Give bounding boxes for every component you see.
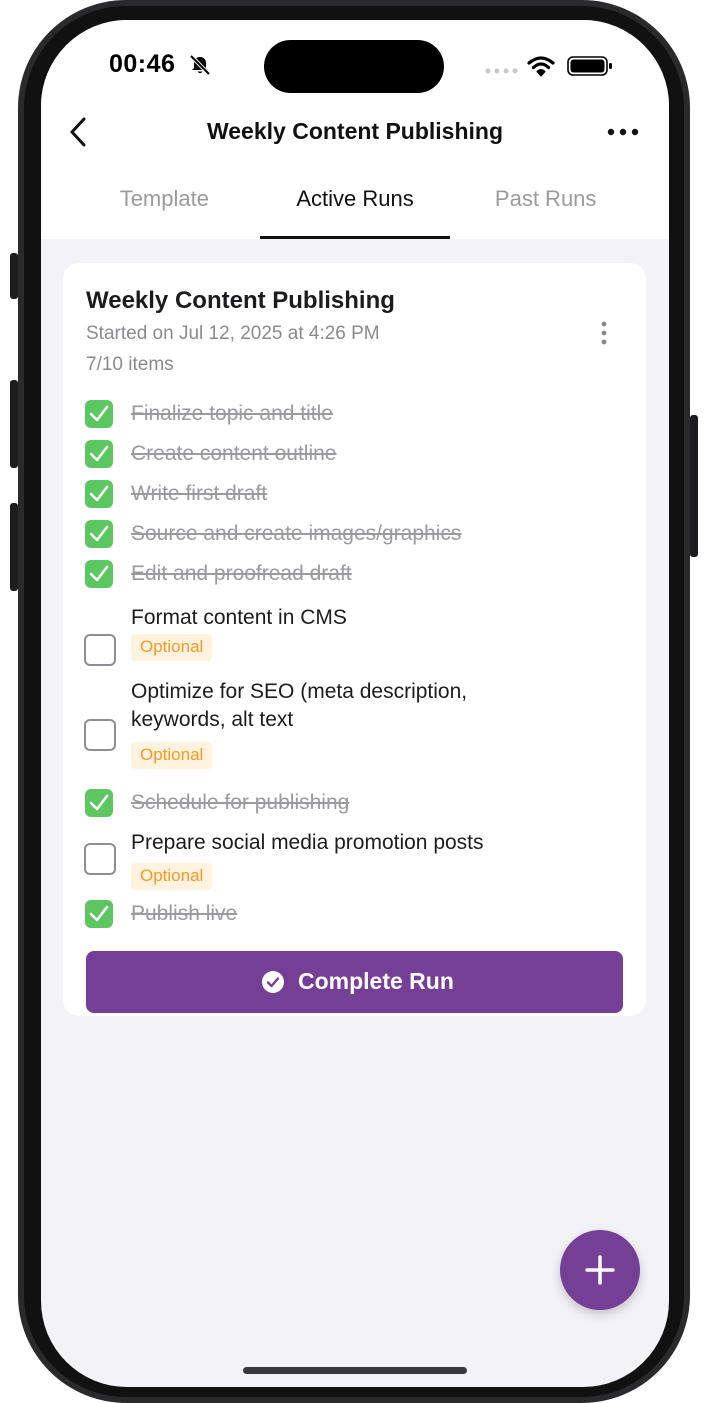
- status-time: 00:46: [109, 50, 176, 78]
- checklist-item[interactable]: Finalize topic and title: [85, 400, 615, 430]
- checkbox-checked[interactable]: [85, 440, 113, 468]
- checkmark-icon: [89, 905, 109, 922]
- checkbox-checked[interactable]: [85, 400, 113, 428]
- item-label: Prepare social media promotion posts: [131, 831, 484, 854]
- checkbox-unchecked[interactable]: [84, 843, 116, 875]
- more-options-icon[interactable]: [605, 120, 641, 144]
- run-title: Weekly Content Publishing: [86, 287, 395, 314]
- power-button: [690, 415, 698, 557]
- checkmark-icon: [89, 565, 109, 582]
- checkbox-checked[interactable]: [85, 520, 113, 548]
- cellular-signal-icon: [485, 68, 518, 74]
- home-indicator[interactable]: [243, 1367, 467, 1374]
- checkbox-unchecked[interactable]: [84, 719, 116, 751]
- page-title: Weekly Content Publishing: [206, 118, 504, 144]
- checkmark-icon: [89, 525, 109, 542]
- checklist-item[interactable]: Edit and proofread draft: [85, 560, 615, 590]
- wifi-icon: [527, 56, 555, 77]
- complete-run-button[interactable]: Complete Run: [86, 951, 623, 1013]
- checklist-item[interactable]: Source and create images/graphics: [85, 520, 615, 550]
- run-started-text: Started on Jul 12, 2025 at 4:26 PM: [86, 323, 380, 344]
- optional-badge: Optional: [131, 634, 213, 661]
- item-label: Create content outline: [131, 442, 337, 465]
- tab-bar: Template Active Runs Past Runs: [69, 180, 641, 239]
- optional-badge: Optional: [131, 863, 213, 890]
- checklist-item[interactable]: Write first draft: [85, 480, 615, 510]
- bell-off-icon: [189, 54, 211, 76]
- checkmark-icon: [89, 445, 109, 462]
- plus-icon: [585, 1255, 615, 1285]
- battery-icon: [567, 56, 612, 76]
- checkbox-unchecked[interactable]: [84, 634, 116, 666]
- checklist-item[interactable]: Create content outline: [85, 440, 615, 470]
- tab-template[interactable]: Template: [69, 180, 260, 239]
- item-label: Publish live: [131, 902, 238, 925]
- item-label-line-2: keywords, alt text: [131, 708, 294, 731]
- checkbox-checked[interactable]: [85, 560, 113, 588]
- checklist-item[interactable]: Publish live: [85, 900, 615, 930]
- item-label-line-1: Optimize for SEO (meta description,: [131, 680, 468, 703]
- add-fab-button[interactable]: [560, 1230, 640, 1310]
- checkmark-icon: [89, 485, 109, 502]
- item-label: Source and create images/graphics: [131, 522, 462, 545]
- check-circle-icon: [262, 971, 284, 993]
- optional-badge: Optional: [131, 742, 213, 769]
- checklist-item[interactable]: Optimize for SEO (meta description, keyw…: [84, 680, 615, 778]
- item-label: Edit and proofread draft: [131, 562, 352, 585]
- checklist-item[interactable]: Format content in CMS Optional: [84, 606, 615, 680]
- tab-active-runs[interactable]: Active Runs: [259, 180, 451, 239]
- item-label: Write first draft: [131, 482, 268, 505]
- complete-run-label: Complete Run: [298, 968, 454, 994]
- checkmark-icon: [89, 794, 109, 811]
- checklist-item[interactable]: Schedule for publishing: [85, 789, 615, 819]
- volume-up-button: [10, 380, 18, 468]
- screen: 00:46 Weekly Content Publishing Template…: [41, 20, 669, 1387]
- checkmark-icon: [89, 405, 109, 422]
- checkbox-checked[interactable]: [85, 900, 113, 928]
- dynamic-island: [264, 40, 444, 93]
- item-label: Finalize topic and title: [131, 402, 333, 425]
- run-card: Weekly Content Publishing Started on Jul…: [63, 263, 646, 1016]
- card-menu-icon[interactable]: [595, 320, 613, 346]
- action-button: [10, 253, 18, 299]
- tab-past-runs[interactable]: Past Runs: [450, 180, 641, 239]
- item-label: Format content in CMS: [131, 606, 347, 629]
- volume-down-button: [10, 503, 18, 591]
- header: 00:46 Weekly Content Publishing Template…: [41, 20, 669, 239]
- checkbox-checked[interactable]: [85, 789, 113, 817]
- item-label: Schedule for publishing: [131, 791, 350, 814]
- run-progress-count: 7/10 items: [86, 354, 174, 375]
- checklist-item[interactable]: Prepare social media promotion posts Opt…: [84, 829, 615, 891]
- checkbox-checked[interactable]: [85, 480, 113, 508]
